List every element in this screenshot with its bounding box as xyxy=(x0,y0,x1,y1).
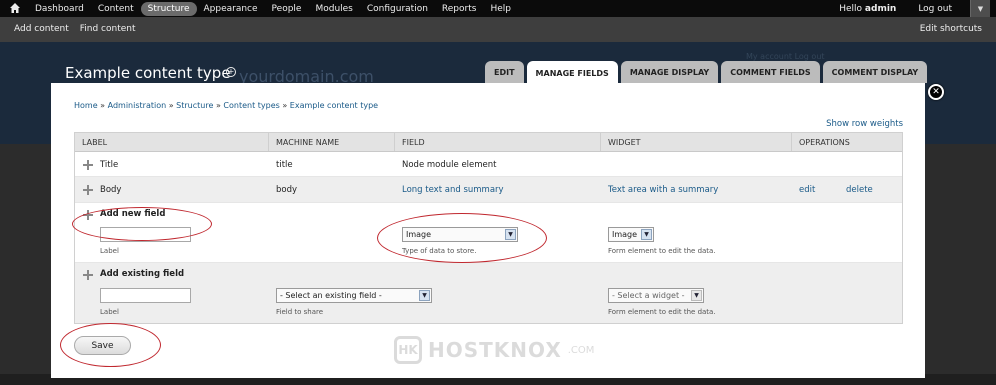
chevron-down-icon: ▼ xyxy=(505,229,516,240)
tab-manage-fields[interactable]: MANAGE FIELDS xyxy=(526,61,618,85)
chevron-down-icon: ▼ xyxy=(641,229,652,240)
select-value: Image xyxy=(612,230,638,239)
edit-link[interactable]: edit xyxy=(799,185,815,195)
tab-edit[interactable]: EDIT xyxy=(485,61,524,83)
new-field-widget-description: Form element to edit the data. xyxy=(608,247,716,255)
toolbar-item-content[interactable]: Content xyxy=(91,2,141,16)
breadcrumb-example-content-type[interactable]: Example content type xyxy=(290,101,378,110)
add-existing-field-title: Add existing field xyxy=(100,269,185,279)
admin-toolbar: Dashboard Content Structure Appearance P… xyxy=(0,0,996,17)
logout-link[interactable]: Log out xyxy=(918,4,952,14)
field-machine-name: body xyxy=(276,185,298,195)
watermark-tld: .COM xyxy=(567,344,595,356)
new-field-type-select[interactable]: Image ▼ xyxy=(402,227,518,242)
select-value: Image xyxy=(406,230,432,239)
breadcrumb-separator: » xyxy=(215,101,221,110)
close-overlay-button[interactable]: ✕ xyxy=(928,84,944,100)
toolbar-item-appearance[interactable]: Appearance xyxy=(197,2,265,16)
new-field-type-description: Type of data to store. xyxy=(402,247,477,255)
watermark: HK HOSTKNOX .COM xyxy=(394,336,594,364)
manage-fields-table: LABEL MACHINE NAME FIELD WIDGET OPERATIO… xyxy=(74,132,903,324)
toolbar-item-dashboard[interactable]: Dashboard xyxy=(28,2,91,16)
select-value: - Select an existing field - xyxy=(280,291,382,300)
toolbar-menu: Dashboard Content Structure Appearance P… xyxy=(28,0,518,17)
tab-comment-fields[interactable]: COMMENT FIELDS xyxy=(721,61,820,83)
existing-field-widget-description: Form element to edit the data. xyxy=(608,308,716,316)
home-icon[interactable] xyxy=(9,2,21,14)
chevron-down-icon: ▼ xyxy=(691,290,702,301)
shortcut-find-content[interactable]: Find content xyxy=(80,24,136,34)
add-shortcut-icon[interactable]: + xyxy=(226,67,236,77)
breadcrumb-administration[interactable]: Administration xyxy=(108,101,167,110)
add-new-field-title: Add new field xyxy=(100,209,166,219)
new-field-widget-select[interactable]: Image ▼ xyxy=(608,227,654,242)
breadcrumb-home[interactable]: Home xyxy=(74,101,98,110)
field-label: Body xyxy=(100,185,122,195)
triangle-down-icon: ▼ xyxy=(977,4,984,13)
toolbar-item-help[interactable]: Help xyxy=(483,2,518,16)
table-header: LABEL MACHINE NAME FIELD WIDGET OPERATIO… xyxy=(75,133,902,152)
toolbar-item-modules[interactable]: Modules xyxy=(308,2,359,16)
shortcut-add-content[interactable]: Add content xyxy=(14,24,69,34)
widget-type-link[interactable]: Text area with a summary xyxy=(608,185,718,195)
tab-comment-display[interactable]: COMMENT DISPLAY xyxy=(822,61,928,83)
username-link[interactable]: admin xyxy=(865,4,896,14)
field-machine-name: title xyxy=(276,160,293,170)
toolbar-item-people[interactable]: People xyxy=(265,2,309,16)
existing-field-widget-select[interactable]: - Select a widget - ▼ xyxy=(608,288,704,303)
existing-field-select[interactable]: - Select an existing field - ▼ xyxy=(276,288,432,303)
field-type: Node module element xyxy=(402,160,497,170)
toolbar-user: Hello admin Log out xyxy=(839,0,952,17)
hello-text: Hello xyxy=(839,3,863,14)
column-header-operations: OPERATIONS xyxy=(799,137,850,147)
tab-manage-display[interactable]: MANAGE DISPLAY xyxy=(620,61,719,83)
close-icon: ✕ xyxy=(932,87,940,97)
page-title: Example content type xyxy=(65,64,231,82)
column-header-machine-name: MACHINE NAME xyxy=(269,133,395,151)
toolbar-drawer-toggle[interactable]: ▼ xyxy=(970,0,990,17)
primary-tabs: EDIT MANAGE FIELDS MANAGE DISPLAY COMMEN… xyxy=(485,61,928,85)
breadcrumb-separator: » xyxy=(282,101,288,110)
existing-field-label-input[interactable] xyxy=(100,288,191,303)
drag-handle-icon[interactable] xyxy=(83,160,93,170)
table-row-add-new-field: Add new field Label Image ▼ Type of data… xyxy=(75,203,902,263)
drag-handle-icon[interactable] xyxy=(83,270,93,280)
field-label: Title xyxy=(100,160,119,170)
breadcrumb-content-types[interactable]: Content types xyxy=(223,101,279,110)
existing-field-description: Field to share xyxy=(276,308,324,316)
column-header-label: LABEL xyxy=(75,133,269,151)
field-type-link[interactable]: Long text and summary xyxy=(402,185,504,195)
background-account-links: My account Log out xyxy=(746,52,825,61)
table-row-add-existing-field: Add existing field Label - Select an exi… xyxy=(75,263,902,323)
breadcrumb-separator: » xyxy=(100,101,106,110)
delete-link[interactable]: delete xyxy=(846,185,873,195)
toolbar-item-structure[interactable]: Structure xyxy=(140,1,197,16)
show-row-weights-link[interactable]: Show row weights xyxy=(826,119,903,129)
column-header-widget: WIDGET xyxy=(601,133,792,151)
user-greeting: Hello admin xyxy=(839,4,896,14)
edit-shortcuts-link[interactable]: Edit shortcuts xyxy=(920,24,982,34)
save-button[interactable]: Save xyxy=(74,336,131,355)
watermark-name: HOSTKNOX xyxy=(428,338,562,362)
drag-handle-icon[interactable] xyxy=(83,185,93,195)
breadcrumb-structure[interactable]: Structure xyxy=(176,101,213,110)
shortcuts-bar: Add content Find content Edit shortcuts xyxy=(0,17,996,42)
new-field-label-input[interactable] xyxy=(100,227,191,242)
table-row-body: Body body Long text and summary Text are… xyxy=(75,177,902,203)
breadcrumb-separator: » xyxy=(168,101,174,110)
toolbar-item-configuration[interactable]: Configuration xyxy=(360,2,435,16)
toolbar-item-reports[interactable]: Reports xyxy=(435,2,484,16)
new-field-label-description: Label xyxy=(100,247,119,255)
breadcrumb: Home » Administration » Structure » Cont… xyxy=(74,101,378,110)
table-row-title: Title title Node module element xyxy=(75,152,902,177)
watermark-logo: HK xyxy=(394,336,422,364)
existing-field-label-description: Label xyxy=(100,308,119,316)
chevron-down-icon: ▼ xyxy=(419,290,430,301)
overlay-panel: Home » Administration » Structure » Cont… xyxy=(51,83,925,378)
column-header-field: FIELD xyxy=(395,133,601,151)
select-value: - Select a widget - xyxy=(612,291,685,300)
drag-handle-icon[interactable] xyxy=(83,210,93,220)
